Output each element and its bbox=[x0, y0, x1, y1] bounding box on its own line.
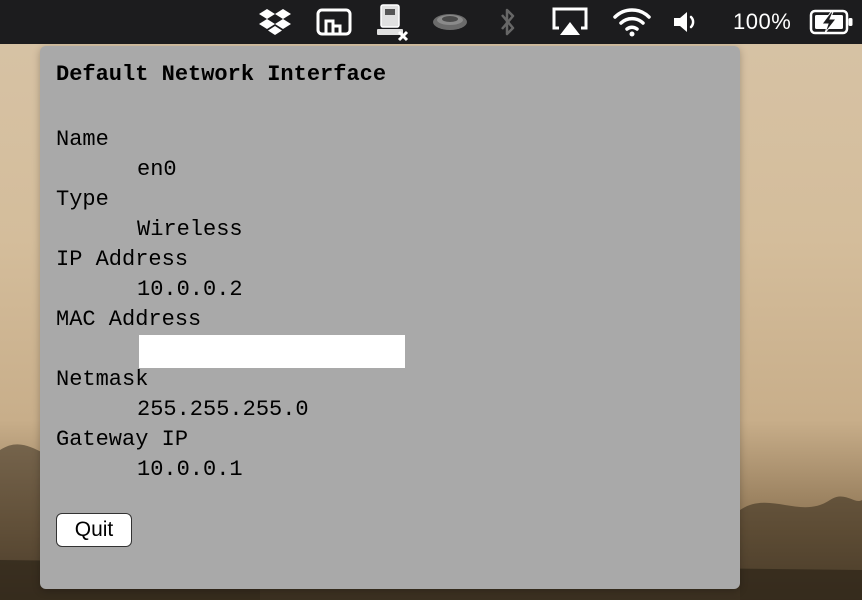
ip-address-label: IP Address bbox=[56, 247, 189, 272]
gateway-ip-value: 10.0.0.1 bbox=[137, 457, 243, 482]
volume-icon[interactable] bbox=[670, 0, 700, 44]
name-label: Name bbox=[56, 127, 109, 152]
netmask-value: 255.255.255.0 bbox=[137, 397, 309, 422]
network-monitor-icon[interactable] bbox=[374, 0, 412, 44]
panel-title: Default Network Interface bbox=[56, 62, 387, 87]
wifi-icon[interactable] bbox=[610, 0, 654, 44]
teacup-icon[interactable] bbox=[430, 0, 470, 44]
type-label: Type bbox=[56, 187, 109, 212]
airplay-icon[interactable] bbox=[550, 0, 590, 44]
battery-charging-icon[interactable] bbox=[808, 0, 856, 44]
type-value: Wireless bbox=[137, 217, 243, 242]
network-interface-panel: Default Network Interface Name en0 Type … bbox=[40, 46, 740, 589]
battery-percent[interactable]: 100% bbox=[733, 6, 791, 38]
netmask-label: Netmask bbox=[56, 367, 149, 392]
quit-button[interactable]: Quit bbox=[56, 513, 132, 547]
menu-bar: 100% bbox=[0, 0, 862, 44]
name-value: en0 bbox=[137, 157, 177, 182]
mac-address-label: MAC Address bbox=[56, 307, 202, 332]
bluetooth-icon[interactable] bbox=[495, 0, 521, 44]
ip-address-value: 10.0.0.2 bbox=[137, 277, 243, 302]
cloud-sync-icon[interactable] bbox=[315, 0, 353, 44]
gateway-ip-label: Gateway IP bbox=[56, 427, 189, 452]
mac-address-redacted-value bbox=[139, 335, 405, 368]
dropbox-icon[interactable] bbox=[258, 0, 292, 44]
